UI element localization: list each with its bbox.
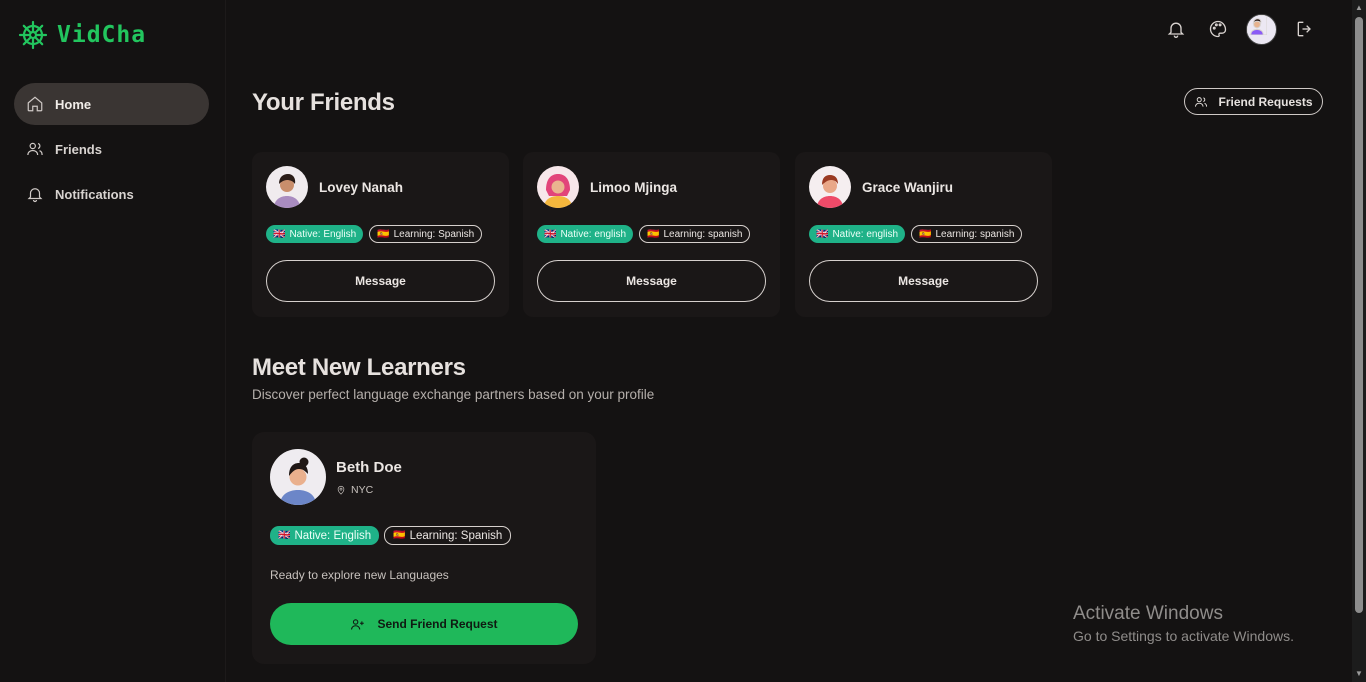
watermark-title: Activate Windows [1073,603,1223,624]
learner-header: Beth Doe NYC [270,449,402,505]
flag-uk-icon: 🇬🇧 [273,228,286,240]
flag-spain-icon: 🇪🇸 [393,530,406,541]
friend-header: Grace Wanjiru [809,166,953,208]
learner-card: Beth Doe NYC 🇬🇧 Native: English 🇪🇸 Learnin… [252,432,596,664]
language-badges: 🇬🇧 Native: english 🇪🇸 Learning: spanish [537,225,751,243]
friend-card: Lovey Nanah 🇬🇧 Native: English 🇪🇸 Learning… [252,152,509,317]
learning-language-badge: 🇪🇸 Learning: spanish [639,225,751,243]
notifications-button[interactable] [1162,15,1190,43]
home-icon [27,96,43,112]
native-language-badge: 🇬🇧 Native: English [266,225,364,243]
sidebar-item-label: Home [55,96,92,112]
scrollbar-thumb[interactable] [1355,17,1363,613]
bell-icon [1167,22,1185,38]
user-plus-icon [351,618,365,630]
friend-avatar [809,166,851,208]
activate-windows-watermark: Activate Windows Go to Settings to activ… [1073,603,1294,644]
language-badges: 🇬🇧 Native: English 🇪🇸 Learning: Spanish [270,526,512,545]
friend-name: Lovey Nanah [319,179,404,195]
meet-new-learners-title: Meet New Learners [252,354,466,381]
palette-icon [1209,20,1227,38]
flag-spain-icon: 🇪🇸 [647,228,660,240]
native-language-badge: 🇬🇧 Native: English [270,526,380,545]
main-content: Your Friends Friend Requests Lovey Nanah… [226,60,1352,682]
learner-avatar [270,449,326,505]
map-pin-icon [337,485,345,495]
app-root: VidCha Home Friends Notifications Your F… [0,0,1366,682]
friend-card: Grace Wanjiru 🇬🇧 Native: english 🇪🇸 Learni… [795,152,1052,317]
message-button[interactable]: Message [809,260,1038,302]
user-avatar[interactable] [1246,13,1277,45]
friend-header: Lovey Nanah [266,166,403,208]
bell-icon [27,188,43,203]
friend-name: Grace Wanjiru [862,179,954,195]
sidebar-item-label: Friends [55,141,102,157]
native-language-badge: 🇬🇧 Native: english [809,225,906,243]
language-badges: 🇬🇧 Native: English 🇪🇸 Learning: Spanish [266,225,483,243]
language-badges: 🇬🇧 Native: english 🇪🇸 Learning: spanish [809,225,1023,243]
watermark-subtitle: Go to Settings to activate Windows. [1073,628,1294,644]
learners-subtitle: Discover perfect language exchange partn… [252,387,655,402]
logout-button[interactable] [1291,15,1319,43]
message-button[interactable]: Message [266,260,495,302]
app-logo[interactable]: VidCha [18,19,146,51]
sidebar-item-friends[interactable]: Friends [14,128,209,170]
sidebar-item-notifications[interactable]: Notifications [14,173,209,215]
sidebar-nav: Home Friends Notifications [14,83,209,218]
message-button[interactable]: Message [537,260,766,302]
friend-card: Limoo Mjinga 🇬🇧 Native: english 🇪🇸 Learnin… [523,152,780,317]
flag-uk-icon: 🇬🇧 [544,228,557,240]
top-bar [226,0,1352,60]
sidebar-item-label: Notifications [55,186,134,202]
learning-language-badge: 🇪🇸 Learning: spanish [911,225,1023,243]
sidebar: VidCha Home Friends Notifications [0,0,226,682]
friend-avatar [266,166,308,208]
logo-text: VidCha [57,22,147,48]
scroll-up-arrow-icon[interactable]: ▲ [1355,4,1363,12]
users-icon [27,142,43,156]
your-friends-title: Your Friends [252,89,395,116]
native-language-badge: 🇬🇧 Native: english [537,225,634,243]
vertical-scrollbar[interactable]: ▲ ▼ [1352,0,1366,682]
ship-wheel-icon [18,20,48,50]
learner-name: Beth Doe [336,458,402,476]
logout-icon [1297,21,1311,37]
theme-button[interactable] [1204,15,1232,43]
top-bar-actions [1162,13,1319,45]
avatar-illustration [1247,14,1268,35]
send-friend-request-label: Send Friend Request [377,617,498,631]
learner-location: NYC [336,484,402,496]
friend-name: Limoo Mjinga [590,179,677,195]
flag-spain-icon: 🇪🇸 [919,228,932,240]
send-friend-request-button[interactable]: Send Friend Request [270,603,578,645]
flag-uk-icon: 🇬🇧 [816,228,829,240]
friend-avatar [537,166,579,208]
scroll-down-arrow-icon[interactable]: ▼ [1355,670,1363,678]
learning-language-badge: 🇪🇸 Learning: Spanish [369,225,483,243]
friend-requests-button[interactable]: Friend Requests [1184,88,1323,115]
flag-spain-icon: 🇪🇸 [377,228,390,240]
flag-uk-icon: 🇬🇧 [278,530,291,541]
users-icon [1195,96,1208,107]
friend-header: Limoo Mjinga [537,166,677,208]
learner-bio: Ready to explore new Languages [270,568,449,582]
learner-info: Beth Doe NYC [336,459,402,496]
friend-requests-label: Friend Requests [1218,94,1313,109]
sidebar-item-home[interactable]: Home [14,83,209,125]
learning-language-badge: 🇪🇸 Learning: Spanish [384,526,512,545]
